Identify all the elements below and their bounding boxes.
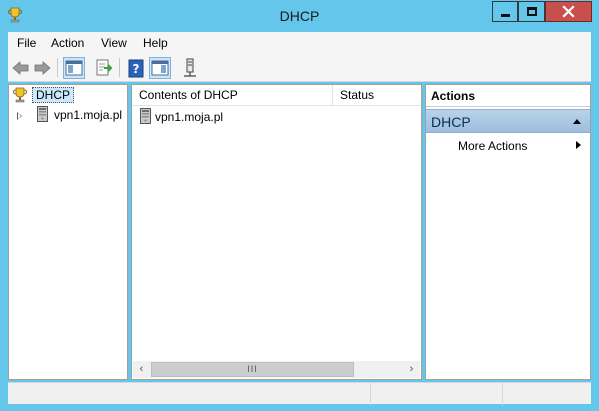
scroll-left-button[interactable]: ‹	[133, 361, 150, 378]
horizontal-scrollbar[interactable]: ‹ III ›	[133, 361, 420, 378]
actions-group-label: DHCP	[431, 114, 471, 130]
scroll-thumb[interactable]: III	[151, 362, 354, 377]
show-hide-console-tree-icon[interactable]	[63, 57, 85, 79]
actions-title: Actions	[426, 85, 590, 107]
list-item[interactable]: vpn1.moja.pl	[132, 107, 421, 125]
close-icon	[562, 5, 575, 18]
actions-group-header[interactable]: DHCP	[426, 109, 590, 133]
submenu-arrow-icon	[576, 141, 581, 149]
minimize-button[interactable]	[492, 1, 518, 22]
column-header-contents[interactable]: Contents of DHCP	[132, 85, 333, 106]
dhcp-trophy-icon	[12, 87, 28, 103]
status-separator	[370, 383, 371, 405]
server-icon	[140, 108, 151, 124]
menu-action[interactable]: Action	[51, 36, 84, 50]
title-bar[interactable]: DHCP	[0, 0, 599, 31]
maximize-button[interactable]	[518, 1, 545, 22]
contents-list-pane[interactable]: Contents of DHCP Status vpn1.moja.pl ‹ I…	[131, 84, 422, 380]
show-hide-action-pane-icon[interactable]	[149, 57, 171, 79]
forward-arrow-icon[interactable]	[31, 57, 53, 79]
menu-bar: File Action View Help	[8, 32, 591, 53]
server-icon	[37, 106, 48, 122]
tree-item-label: vpn1.moja.pl	[54, 108, 123, 122]
toolbar-separator	[57, 58, 58, 77]
actions-pane: Actions DHCP More Actions	[425, 84, 591, 380]
expand-arrow-icon[interactable]	[17, 112, 22, 120]
more-actions-label: More Actions	[458, 139, 528, 153]
dhcp-window: DHCP File Action View Help ? DHCP vpn1.m…	[0, 0, 599, 411]
menu-help[interactable]: Help	[143, 36, 168, 50]
scroll-right-button[interactable]: ›	[403, 361, 420, 378]
export-list-icon[interactable]	[93, 57, 115, 79]
help-icon[interactable]: ?	[125, 57, 147, 79]
status-separator	[502, 383, 503, 405]
column-header-status[interactable]: Status	[333, 85, 421, 106]
close-button[interactable]	[545, 1, 592, 22]
toolbar-separator	[119, 58, 120, 77]
menu-file[interactable]: File	[17, 36, 36, 50]
console-tree-pane[interactable]: DHCP vpn1.moja.pl	[8, 84, 128, 380]
tree-root-label[interactable]: DHCP	[32, 87, 75, 103]
list-item-name: vpn1.moja.pl	[155, 110, 224, 124]
svg-text:?: ?	[133, 62, 140, 76]
minimize-icon	[501, 14, 510, 17]
menu-view[interactable]: View	[101, 36, 127, 50]
maximize-icon	[527, 7, 537, 16]
collapse-arrow-icon[interactable]	[573, 119, 581, 124]
status-bar	[8, 382, 591, 405]
column-header-row: Contents of DHCP Status	[132, 85, 421, 106]
more-actions-item[interactable]: More Actions	[426, 135, 590, 155]
toolbar: ?	[8, 53, 591, 82]
connect-server-icon[interactable]	[179, 57, 201, 79]
back-arrow-icon[interactable]	[10, 57, 32, 79]
